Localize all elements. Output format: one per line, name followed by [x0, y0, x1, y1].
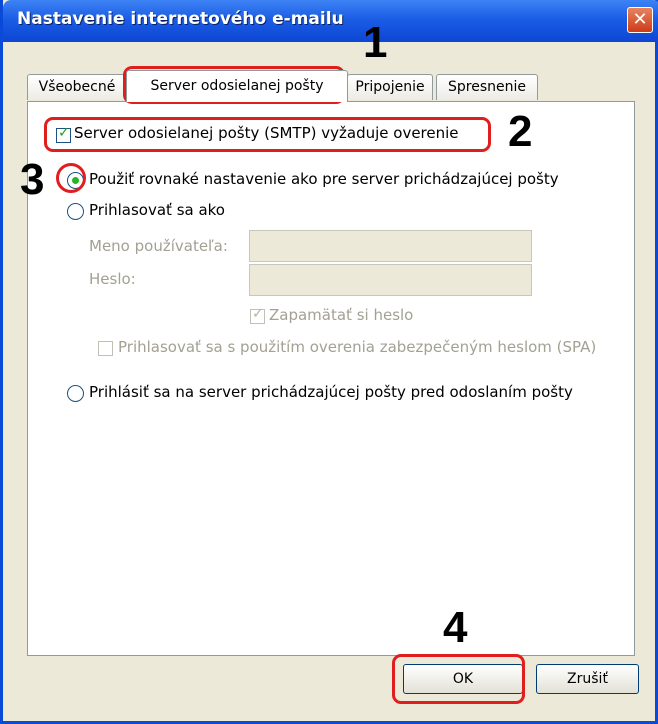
tab-panel: Server odosielanej pošty (SMTP) vyžaduje…: [27, 101, 635, 656]
step-number-3: 3: [20, 155, 45, 204]
spa-checkbox[interactable]: [98, 341, 113, 356]
radio-same-settings-label[interactable]: Použiť rovnaké nastavenie ako pre server…: [89, 170, 559, 188]
tab-pripojenie[interactable]: Pripojenie: [347, 74, 433, 100]
spa-label[interactable]: Prihlasovať sa s použitím overenia zabez…: [118, 338, 596, 356]
dialog-window: Nastavenie internetového e-mailu ✕ Všeob…: [0, 0, 658, 724]
password-label: Heslo:: [89, 270, 136, 288]
remember-password-checkbox[interactable]: [250, 306, 265, 324]
radio-same-settings[interactable]: [67, 172, 84, 189]
tab-spresnenie[interactable]: Spresnenie: [436, 74, 538, 100]
smtp-auth-label[interactable]: Server odosielanej pošty (SMTP) vyžaduje…: [74, 124, 459, 142]
cancel-button[interactable]: Zrušiť: [536, 664, 639, 694]
tab-server-odosielanej-posty[interactable]: Server odosielanej pošty: [126, 70, 348, 102]
username-label: Meno používateľa:: [89, 237, 228, 255]
step-number-1: 1: [363, 18, 388, 67]
close-icon[interactable]: ✕: [627, 7, 653, 33]
smtp-auth-checkbox[interactable]: [56, 125, 71, 143]
radio-login-incoming-first-label[interactable]: Prihlásiť sa na server prichádzajúcej po…: [89, 383, 573, 401]
tab-vseobecne[interactable]: Všeobecné: [27, 74, 127, 100]
window-title: Nastavenie internetového e-mailu: [17, 9, 344, 29]
ok-button[interactable]: OK: [403, 664, 523, 694]
remember-password-label[interactable]: Zapamätať si heslo: [269, 306, 413, 324]
title-bar[interactable]: Nastavenie internetového e-mailu ✕: [3, 0, 658, 42]
radio-login-as[interactable]: [67, 203, 84, 220]
step-number-4: 4: [443, 603, 468, 652]
username-field[interactable]: [249, 230, 532, 262]
password-field[interactable]: [249, 264, 532, 296]
step-number-2: 2: [508, 107, 533, 156]
radio-login-incoming-first[interactable]: [67, 385, 84, 402]
radio-login-as-label[interactable]: Prihlasovať sa ako: [89, 201, 225, 219]
